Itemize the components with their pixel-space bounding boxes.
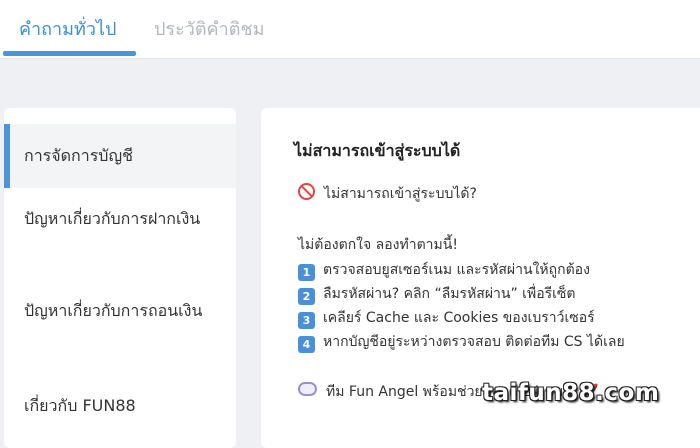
keycap-four-icon: 4: [298, 336, 315, 353]
sidebar-item-label: ปัญหาเกี่ยวกับการถอนเงิน: [24, 301, 203, 320]
step-item: 1 ตรวจสอบยูสเซอร์เนม และรหัสผ่านให้ถูกต้อ…: [298, 259, 590, 281]
tab-bar: คำถามทั่วไป ประวัติคำติชม: [0, 0, 700, 59]
keycap-three-icon: 3: [298, 312, 315, 329]
sidebar-item-label: ปัญหาเกี่ยวกับการฝากเงิน: [24, 209, 201, 228]
sidebar-item-deposit-issues[interactable]: ปัญหาเกี่ยวกับการฝากเงิน: [4, 188, 236, 280]
step-item: 2 ลืมรหัสผ่าน? คลิก “ลืมรหัสผ่าน” เพื่อรี…: [298, 283, 576, 305]
step-item: 3 เคลียร์ Cache และ Cookies ของเบราว์เซอร…: [298, 307, 595, 329]
step-text: ตรวจสอบยูสเซอร์เนม และรหัสผ่านให้ถูกต้อง: [323, 262, 590, 278]
watermark: taifun88.com: [482, 380, 660, 406]
speech-bubble-icon: [298, 382, 317, 396]
keycap-one-icon: 1: [298, 264, 315, 281]
question-text: ไม่สามารถเข้าสู่ระบบได้?: [324, 186, 477, 202]
sidebar-item-label: เกี่ยวกับ FUN88: [24, 396, 136, 415]
step-item: 4 หากบัญชีอยู่ระหว่างตรวจสอบ ติดต่อทีม CS…: [298, 331, 625, 353]
prohibited-icon: [298, 183, 315, 200]
step-text: ลืมรหัสผ่าน? คลิก “ลืมรหัสผ่าน” เพื่อรีเ…: [323, 286, 576, 302]
step-text: เคลียร์ Cache และ Cookies ของเบราว์เซอร์: [323, 310, 595, 326]
article-intro: ไม่ต้องตกใจ ลองทำตามนี้!: [298, 237, 458, 253]
article-title: ไม่สามารถเข้าสู่ระบบได้: [294, 141, 461, 160]
sidebar-item-account-management[interactable]: การจัดการบัญชี: [4, 124, 236, 188]
active-item-indicator: [4, 124, 10, 188]
tab-general-faq[interactable]: คำถามทั่วไป: [19, 18, 116, 42]
keycap-two-icon: 2: [298, 288, 315, 305]
category-sidebar: การจัดการบัญชี ปัญหาเกี่ยวกับการฝากเงิน …: [4, 108, 236, 448]
tab-feedback-history[interactable]: ประวัติคำติชม: [154, 18, 264, 42]
step-text: หากบัญชีอยู่ระหว่างตรวจสอบ ติดต่อทีม CS …: [323, 334, 625, 350]
active-tab-indicator: [3, 51, 136, 56]
article-question: ไม่สามารถเข้าสู่ระบบได้?: [298, 183, 477, 205]
sidebar-item-withdrawal-issues[interactable]: ปัญหาเกี่ยวกับการถอนเงิน: [4, 280, 236, 372]
sidebar-item-about-fun88[interactable]: เกี่ยวกับ FUN88: [4, 372, 236, 436]
sidebar-item-label: การจัดการบัญชี: [24, 146, 133, 165]
